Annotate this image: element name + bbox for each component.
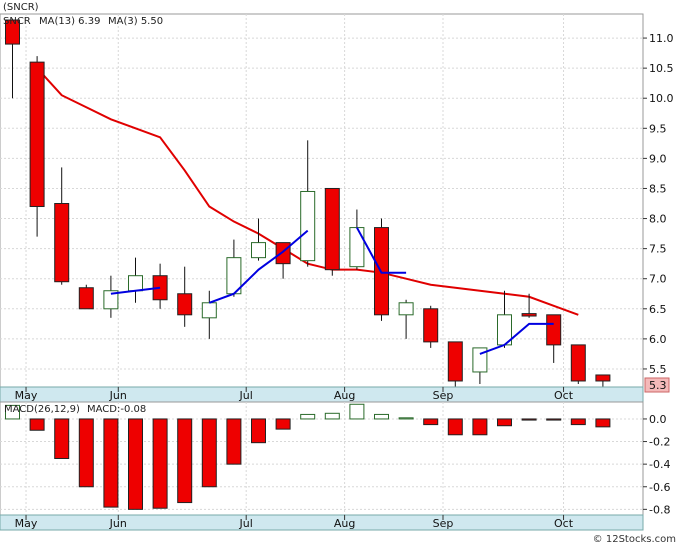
macd-bar [29, 418, 45, 431]
candle-body [595, 374, 611, 382]
macd-bar [570, 418, 586, 426]
candle-body [423, 308, 439, 343]
candle-body [570, 344, 586, 382]
candle [374, 218, 389, 321]
macd-bar [521, 418, 537, 421]
macd-y-tick-label: -0.8 [649, 503, 670, 516]
candle [324, 187, 340, 276]
macd-y-tick-label: 0.0 [649, 413, 667, 426]
price-y-tick-label: 7.5 [649, 243, 667, 256]
macd-bar [78, 418, 94, 488]
macd-month-label: Sep [433, 517, 454, 530]
macd-month-label: May [15, 517, 38, 530]
macd-bar [152, 418, 168, 509]
candle-body [398, 302, 414, 316]
price-x-axis: May Jun Jul Aug Sep Oct [0, 386, 644, 403]
watermark: © 12Stocks.com [593, 534, 676, 545]
price-y-tick-label: 8.0 [649, 213, 667, 226]
macd-y-tick-label: -0.6 [649, 481, 670, 494]
price-x-axis-band [0, 386, 644, 403]
ticker-label: SNCR [3, 16, 31, 27]
candle-body [201, 302, 217, 319]
macd-y-axis: 0.0 -0.2 -0.4 -0.6 -0.8 [643, 413, 670, 516]
candle [423, 305, 439, 348]
candle-body [324, 187, 340, 271]
macd-month-label: Jun [109, 517, 127, 530]
macd-bar [546, 418, 562, 421]
candle-body [29, 61, 45, 208]
macd-bar [201, 418, 217, 488]
macd-bar [103, 418, 119, 508]
candle [78, 284, 94, 310]
macd-y-tick-label: -0.4 [649, 458, 670, 471]
stock-chart: 5.56.06.57.07.58.08.59.09.510.010.511.0 … [0, 2, 676, 545]
macd-bar [226, 418, 242, 465]
symbol-label: (SNCR) [3, 2, 39, 13]
price-y-tick-label: 6.0 [649, 333, 667, 346]
candle-body [349, 227, 365, 268]
candle-body [300, 190, 316, 262]
price-y-tick-label: 10.0 [649, 92, 674, 105]
macd-month-label: Aug [334, 517, 355, 530]
macd-legend: MACD:-0.08 [87, 404, 146, 415]
macd-month-label: Oct [554, 517, 574, 530]
macd-bar [595, 418, 611, 428]
price-y-tick-label: 9.0 [649, 152, 667, 165]
macd-y-tick-label: -0.2 [649, 436, 670, 449]
last-price-label: 5.3 [649, 379, 667, 392]
price-panel: 5.56.06.57.07.58.08.59.09.510.010.511.0 … [0, 2, 674, 393]
macd-month-label: Jul [239, 517, 253, 530]
macd-title: MACD(26,12,9) [4, 404, 80, 415]
macd-bar [300, 413, 316, 420]
price-y-axis: 5.5 6.0 6.5 7.0 7.5 8.0 8.5 9.0 9.5 10.0 10.5 11.0 [643, 32, 674, 376]
candle-body [54, 203, 70, 283]
price-month-label: Aug [334, 389, 355, 402]
legend-ma3: MA(3) 5.50 [108, 16, 163, 27]
price-month-label: Jun [109, 389, 127, 402]
price-y-tick-label: 11.0 [649, 32, 674, 45]
candle-body [275, 242, 291, 265]
macd-bar [324, 412, 340, 420]
macd-bar [251, 418, 266, 444]
macd-bar [275, 418, 291, 430]
candle-body [447, 341, 463, 382]
price-y-tick-label: 10.5 [649, 62, 674, 75]
macd-bar [423, 418, 439, 426]
price-y-tick-label: 8.5 [649, 182, 667, 195]
price-y-tick-label: 9.5 [649, 122, 667, 135]
candle-body [128, 275, 143, 292]
candle-body [177, 293, 193, 316]
macd-bar [177, 418, 193, 504]
macd-bar [447, 418, 463, 436]
price-month-label: Oct [554, 389, 574, 402]
price-y-tick-label: 7.0 [649, 273, 667, 286]
price-month-label: Sep [433, 389, 454, 402]
macd-bar [472, 418, 488, 436]
macd-x-axis: May Jun Jul Aug Sep Oct [0, 514, 644, 531]
macd-bar [497, 418, 512, 427]
price-month-label: Jul [239, 389, 253, 402]
macd-bar [349, 403, 365, 420]
candle-body [546, 314, 562, 346]
macd-bar [398, 417, 414, 420]
last-price-box: 5.3 [644, 377, 670, 393]
price-y-tick-label: 5.5 [649, 363, 667, 376]
candle-body [521, 313, 537, 317]
candle [447, 341, 463, 387]
price-y-tick-label: 6.5 [649, 303, 667, 316]
candle-body [251, 242, 266, 259]
price-month-label: May [15, 389, 38, 402]
macd-x-axis-band [0, 514, 644, 531]
macd-panel: 0.0 -0.2 -0.4 -0.6 -0.8 MACD(26,12,9) MACD:-… [0, 401, 670, 516]
macd-bar [128, 418, 143, 510]
macd-bar [54, 418, 70, 460]
macd-bar [374, 413, 389, 420]
legend-ma13: MA(13) 6.39 [39, 16, 100, 27]
candle [570, 344, 586, 384]
candle-body [78, 287, 94, 310]
